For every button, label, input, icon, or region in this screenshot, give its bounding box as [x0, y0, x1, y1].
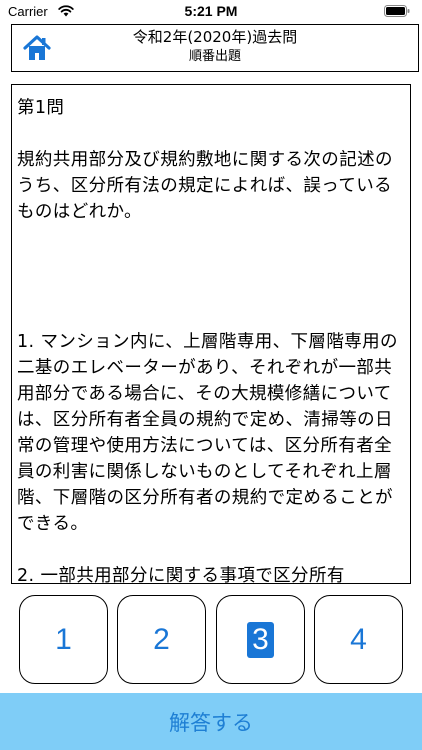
question-number: 第1問 — [17, 98, 65, 118]
option-text: 2. 一部共用部分に関する事項で区分所有 — [17, 566, 345, 584]
option-text: 1. マンション内に、上層階専用、下層階専用の二基のエレベーターがあり、それぞれ… — [17, 332, 398, 534]
question-text: 規約共用部分及び規約敷地に関する次の記述のうち、区分所有法の規定によれば、誤って… — [17, 150, 393, 222]
status-bar: Carrier 5:21 PM — [0, 0, 422, 22]
question-panel[interactable]: 第1問 規約共用部分及び規約敷地に関する次の記述のうち、区分所有法の規定によれば… — [11, 84, 411, 584]
answer-button-3[interactable]: 3 — [216, 595, 305, 684]
page-title: 令和2年(2020年)過去問 — [132, 28, 298, 46]
battery-icon — [384, 5, 410, 17]
submit-label: 解答する — [169, 710, 253, 735]
answer-label: 2 — [153, 622, 170, 656]
header: 令和2年(2020年)過去問 順番出題 — [11, 24, 419, 72]
clock: 5:21 PM — [184, 3, 238, 19]
page-subtitle: 順番出題 — [188, 49, 241, 64]
answer-label: 4 — [350, 622, 367, 656]
screen: Carrier 5:21 PM 令和2年(2020年)過去問 順番出題 第1問 — [0, 0, 422, 750]
answer-label: 1 — [55, 622, 72, 656]
submit-button[interactable]: 解答する — [0, 693, 422, 750]
answer-button-4[interactable]: 4 — [314, 595, 403, 684]
answer-button-1[interactable]: 1 — [19, 595, 108, 684]
question-content: 第1問 規約共用部分及び規約敷地に関する次の記述のうち、区分所有法の規定によれば… — [17, 95, 405, 584]
answer-button-2[interactable]: 2 — [117, 595, 206, 684]
answer-label: 3 — [247, 621, 274, 658]
